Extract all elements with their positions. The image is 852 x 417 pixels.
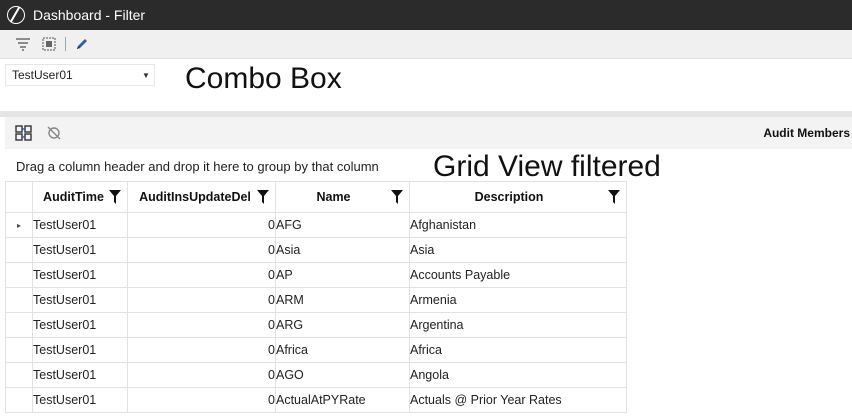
cell-auditinsupdatedel[interactable]: 0 <box>127 237 276 263</box>
cell-audittime[interactable]: TestUser01 <box>32 387 128 413</box>
app-logo-icon <box>7 6 25 24</box>
cell-description[interactable]: Angola <box>409 362 627 388</box>
row-indicator-header <box>5 181 33 213</box>
cell-name[interactable]: ARG <box>275 312 410 338</box>
filter-icon[interactable] <box>391 190 403 204</box>
cell-auditinsupdatedel[interactable]: 0 <box>127 362 276 388</box>
combo-selected-value: TestUser01 <box>12 68 73 82</box>
cell-audittime[interactable]: TestUser01 <box>32 287 128 313</box>
audit-members-grid: AuditTime AuditInsUpdateDel Name Descrip… <box>5 181 627 413</box>
clear-filter-icon[interactable] <box>44 123 64 143</box>
filter-icon[interactable] <box>257 190 269 204</box>
window-titlebar: Dashboard - Filter <box>0 0 852 30</box>
row-indicator <box>5 337 33 363</box>
cell-audittime[interactable]: TestUser01 <box>32 362 128 388</box>
cell-name[interactable]: AP <box>275 262 410 288</box>
row-indicator <box>5 362 33 388</box>
cell-description[interactable]: Armenia <box>409 287 627 313</box>
cell-name[interactable]: Asia <box>275 237 410 263</box>
row-indicator <box>5 312 33 338</box>
cell-name[interactable]: ARM <box>275 287 410 313</box>
column-header-label: AuditTime <box>43 190 104 204</box>
table-row[interactable]: TestUser01 0 Africa Africa <box>5 337 627 363</box>
column-header-label: Description <box>474 190 544 204</box>
chevron-down-icon[interactable]: ▼ <box>138 71 154 80</box>
grid-layout-icon[interactable] <box>14 123 34 143</box>
cell-audittime[interactable]: TestUser01 <box>32 312 128 338</box>
filter-icon[interactable] <box>13 34 33 54</box>
cell-auditinsupdatedel[interactable]: 0 <box>127 312 276 338</box>
cell-description[interactable]: Actuals @ Prior Year Rates <box>409 387 627 413</box>
table-row[interactable]: TestUser01 0 ARM Armenia <box>5 287 627 313</box>
table-row[interactable]: TestUser01 0 ActualAtPYRate Actuals @ Pr… <box>5 387 627 413</box>
cell-name[interactable]: AFG <box>275 212 410 238</box>
cell-auditinsupdatedel[interactable]: 0 <box>127 337 276 363</box>
cell-audittime[interactable]: TestUser01 <box>32 212 128 238</box>
column-header-audittime[interactable]: AuditTime <box>32 181 128 213</box>
column-header-description[interactable]: Description <box>409 181 627 213</box>
group-by-panel[interactable]: Drag a column header and drop it here to… <box>5 149 852 181</box>
select-all-icon[interactable] <box>39 34 59 54</box>
current-row-indicator-icon: ▸ <box>5 212 33 238</box>
cell-description[interactable]: Afghanistan <box>409 212 627 238</box>
cell-description[interactable]: Accounts Payable <box>409 262 627 288</box>
combo-box-annotation: Combo Box <box>185 62 342 95</box>
grid-header-row: AuditTime AuditInsUpdateDel Name Descrip… <box>5 181 627 213</box>
column-header-name[interactable]: Name <box>275 181 410 213</box>
group-hint-text: Drag a column header and drop it here to… <box>16 159 379 174</box>
table-row[interactable]: TestUser01 0 ARG Argentina <box>5 312 627 338</box>
table-row[interactable]: TestUser01 0 Asia Asia <box>5 237 627 263</box>
cell-name[interactable]: AGO <box>275 362 410 388</box>
table-row[interactable]: TestUser01 0 AP Accounts Payable <box>5 262 627 288</box>
grid-toolbar: Audit Members <box>5 117 852 149</box>
edit-icon[interactable] <box>72 34 92 54</box>
cell-description[interactable]: Asia <box>409 237 627 263</box>
cell-audittime[interactable]: TestUser01 <box>32 237 128 263</box>
cell-auditinsupdatedel[interactable]: 0 <box>127 287 276 313</box>
column-header-label: AuditInsUpdateDel <box>139 190 251 204</box>
row-indicator <box>5 237 33 263</box>
cell-auditinsupdatedel[interactable]: 0 <box>127 387 276 413</box>
grid-view-annotation: Grid View filtered <box>433 150 661 183</box>
cell-audittime[interactable]: TestUser01 <box>32 262 128 288</box>
toolbar <box>0 30 852 59</box>
window-title: Dashboard - Filter <box>33 7 146 23</box>
cell-name[interactable]: ActualAtPYRate <box>275 387 410 413</box>
row-indicator <box>5 262 33 288</box>
row-indicator <box>5 387 33 413</box>
cell-name[interactable]: Africa <box>275 337 410 363</box>
table-row[interactable]: TestUser01 0 AGO Angola <box>5 362 627 388</box>
toolbar-separator <box>65 37 66 51</box>
cell-description[interactable]: Argentina <box>409 312 627 338</box>
cell-auditinsupdatedel[interactable]: 0 <box>127 212 276 238</box>
user-combo-box[interactable]: TestUser01 ▼ <box>5 64 155 86</box>
row-indicator <box>5 287 33 313</box>
grid-title: Audit Members <box>763 126 850 140</box>
filter-icon[interactable] <box>109 190 121 204</box>
table-row[interactable]: ▸ TestUser01 0 AFG Afghanistan <box>5 212 627 238</box>
cell-description[interactable]: Africa <box>409 337 627 363</box>
cell-auditinsupdatedel[interactable]: 0 <box>127 262 276 288</box>
filter-icon[interactable] <box>608 190 620 204</box>
column-header-label: Name <box>316 190 351 204</box>
column-header-auditinsupdatedel[interactable]: AuditInsUpdateDel <box>127 181 276 213</box>
cell-audittime[interactable]: TestUser01 <box>32 337 128 363</box>
